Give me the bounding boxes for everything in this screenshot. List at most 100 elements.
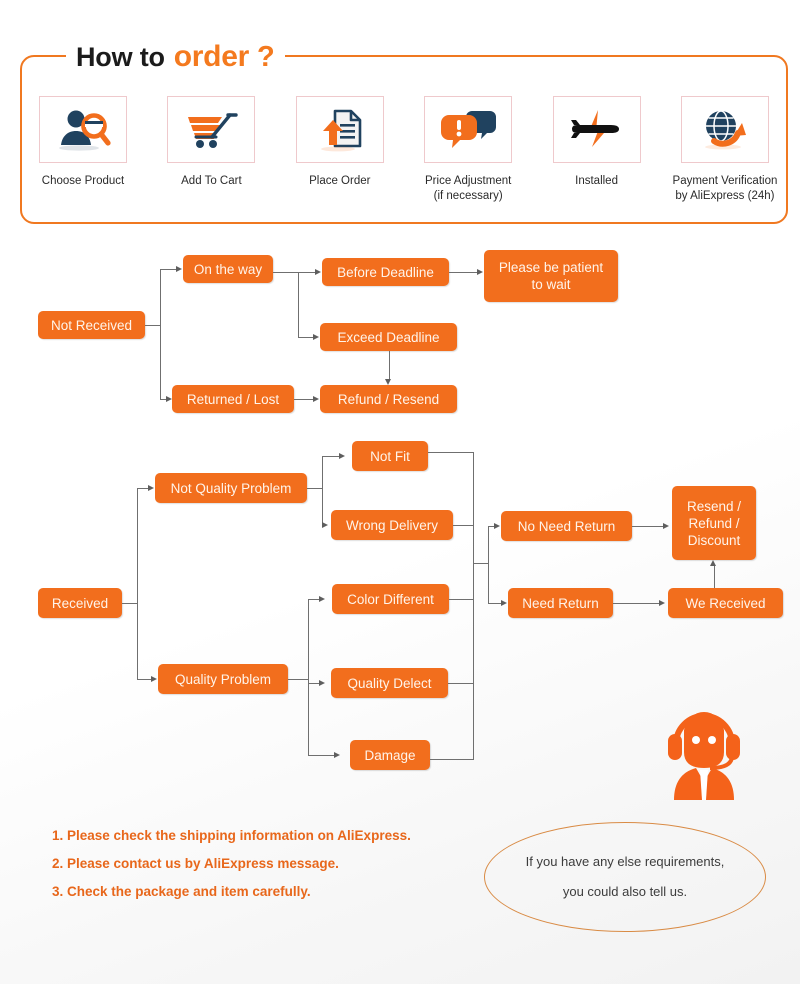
arrow-icon (319, 679, 325, 686)
order-step-label: Choose Product (41, 175, 125, 187)
flow-box-need-return[interactable]: Need Return (508, 588, 613, 618)
bubble-line: If you have any else requirements, (525, 854, 725, 869)
document-upload-icon (320, 109, 362, 151)
connector (430, 759, 474, 761)
note-item: 1. Please check the shipping information… (52, 828, 411, 843)
icon-frame (424, 96, 513, 163)
flow-box-exceed-deadline[interactable]: Exceed Deadline (320, 323, 457, 351)
bubble-line: you could also tell us. (562, 884, 688, 899)
speech-bubbles-alert-icon (441, 110, 497, 148)
arrow-icon (339, 452, 345, 459)
order-step-label: Payment Verification by AliExpress (24h) (672, 175, 778, 202)
connector (488, 603, 501, 605)
connector (449, 599, 474, 601)
connector (122, 603, 138, 605)
order-step-label: Add To Cart (181, 175, 242, 187)
globe-arrow-icon (704, 109, 746, 149)
arrow-icon (494, 522, 500, 529)
arrow-icon (385, 379, 392, 385)
connector (449, 272, 478, 274)
flow-box-returned-lost[interactable]: Returned / Lost (172, 385, 294, 413)
arrow-icon (501, 599, 507, 606)
arrow-icon (663, 522, 669, 529)
arrow-icon (710, 560, 717, 566)
flow-box-color-different[interactable]: Color Different (332, 584, 449, 614)
note-item: 3. Check the package and item carefully. (52, 884, 311, 899)
connector (137, 679, 151, 681)
icon-frame (552, 96, 641, 163)
connector (137, 488, 139, 679)
connector (322, 456, 339, 458)
arrow-icon (322, 521, 328, 528)
connector (308, 683, 319, 685)
flow-box-not-quality-problem[interactable]: Not Quality Problem (155, 473, 307, 503)
flow-box-on-the-way[interactable]: On the way (183, 255, 273, 283)
connector-bus (473, 452, 475, 760)
connector (453, 525, 474, 527)
connector (308, 755, 334, 757)
arrow-icon (315, 268, 321, 275)
connector (488, 526, 490, 603)
person-search-icon (59, 110, 111, 151)
notes-list: 1. Please check the shipping information… (52, 822, 502, 906)
order-step-choose-product: Choose Product (22, 96, 144, 189)
arrow-icon (313, 333, 319, 340)
flow-box-wrong-delivery[interactable]: Wrong Delivery (331, 510, 453, 540)
flow-box-quality-delect[interactable]: Quality Delect (331, 668, 448, 698)
order-step-installed: Installed (536, 96, 658, 189)
connector (298, 337, 314, 339)
poster-root: How to order ? Choose Product Add To Car… (0, 0, 800, 984)
connector (613, 603, 660, 605)
flow-box-refund-resend[interactable]: Refund / Resend (320, 385, 457, 413)
flow-box-not-received[interactable]: Not Received (38, 311, 145, 339)
arrow-icon (151, 675, 157, 682)
requirements-speech-bubble: If you have any else requirements, you c… (484, 822, 766, 932)
title-how-to: How to (76, 41, 165, 72)
order-steps: Choose Product Add To Cart Place Order P… (22, 96, 786, 203)
flow-box-before-deadline[interactable]: Before Deadline (322, 258, 449, 286)
title-question-mark: ? (256, 40, 275, 73)
note-item: 2. Please contact us by AliExpress messa… (52, 856, 339, 871)
connector (632, 526, 664, 528)
connector (288, 679, 308, 681)
arrow-icon (166, 395, 172, 402)
connector (160, 269, 162, 399)
connector (273, 272, 315, 274)
order-step-label: Price Adjustment (if necessary) (425, 175, 512, 202)
arrow-icon (313, 395, 319, 402)
connector (322, 456, 324, 525)
connector (145, 325, 161, 327)
arrow-icon (334, 751, 340, 758)
icon-frame (167, 96, 256, 163)
connector (298, 272, 300, 337)
arrow-icon (176, 265, 182, 272)
flow-box-resend-refund-discount[interactable]: Resend / Refund / Discount (672, 486, 756, 560)
arrow-icon (477, 268, 483, 275)
customer-service-agent-icon (668, 712, 740, 800)
connector (294, 399, 314, 401)
connector (137, 488, 148, 490)
connector (448, 683, 474, 685)
connector (308, 599, 310, 755)
flow-box-not-fit[interactable]: Not Fit (352, 441, 428, 471)
order-step-place-order: Place Order (279, 96, 401, 189)
flow-box-we-received[interactable]: We Received (668, 588, 783, 618)
connector (714, 566, 716, 588)
arrow-icon (659, 599, 665, 606)
arrow-icon (319, 595, 325, 602)
flow-box-please-be-patient[interactable]: Please be patient to wait (484, 250, 618, 302)
order-step-price-adjustment: Price Adjustment (if necessary) (407, 96, 529, 203)
flow-box-quality-problem[interactable]: Quality Problem (158, 664, 288, 694)
flow-box-no-need-return[interactable]: No Need Return (501, 511, 632, 541)
order-step-label: Place Order (309, 175, 371, 187)
connector (307, 488, 323, 490)
connector (308, 599, 319, 601)
icon-frame (39, 96, 127, 163)
flow-box-damage[interactable]: Damage (350, 740, 430, 770)
connector (389, 351, 391, 379)
flow-box-received[interactable]: Received (38, 588, 122, 618)
airplane-icon (570, 109, 619, 147)
arrow-icon (148, 484, 154, 491)
connector (160, 269, 176, 271)
connector (473, 563, 488, 565)
